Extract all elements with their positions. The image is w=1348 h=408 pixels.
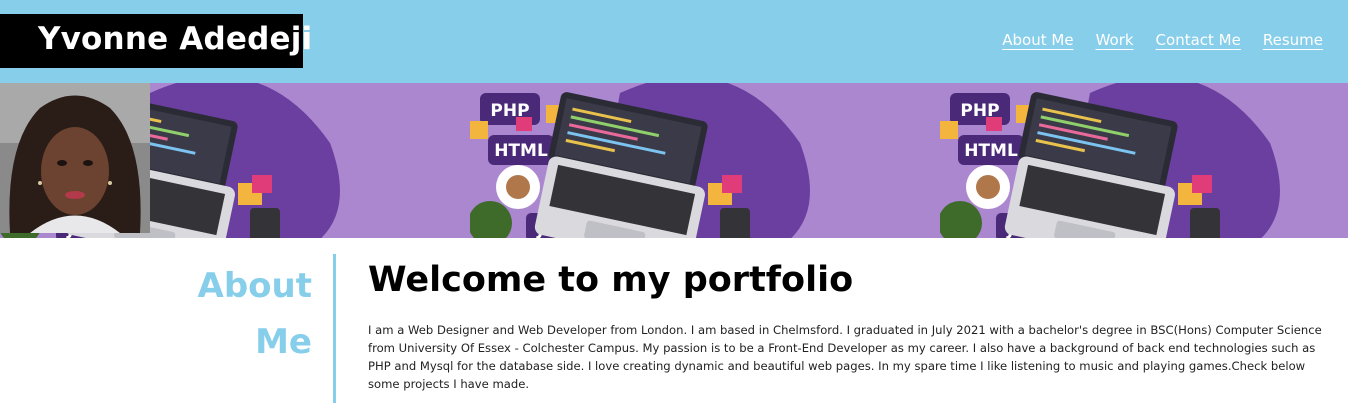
section-divider: [333, 254, 336, 403]
profile-photo: [0, 83, 150, 233]
site-header: Yvonne Adedeji About Me Work Contact Me …: [0, 0, 1348, 83]
site-name: Yvonne Adedeji: [38, 21, 313, 57]
logo[interactable]: Yvonne Adedeji: [0, 14, 312, 68]
about-section-heading: About Me: [197, 266, 312, 362]
page-title: Welcome to my portfolio: [368, 260, 854, 300]
hero-banner: PHP HTML JS: [0, 83, 1348, 238]
nav-link-resume[interactable]: Resume: [1263, 31, 1323, 49]
badge-html: HTML: [494, 141, 548, 161]
plant-illustration: [470, 201, 512, 238]
banner-illustration-tile: PHP HTML JS: [470, 83, 940, 238]
nav-link-contact-me[interactable]: Contact Me: [1156, 31, 1241, 49]
banner-illustration-tile: PHP HTML JS: [940, 83, 1348, 238]
main-nav: About Me Work Contact Me Resume: [980, 31, 1323, 49]
avatar: [0, 83, 150, 233]
about-description: I am a Web Designer and Web Developer fr…: [368, 323, 1322, 391]
laptop-illustration: PHP HTML JS: [940, 83, 1280, 238]
nav-link-work[interactable]: Work: [1096, 31, 1134, 49]
laptop-illustration: PHP HTML JS: [470, 83, 810, 238]
nav-link-about-me[interactable]: About Me: [1002, 31, 1073, 49]
badge-html: HTML: [964, 141, 1018, 161]
